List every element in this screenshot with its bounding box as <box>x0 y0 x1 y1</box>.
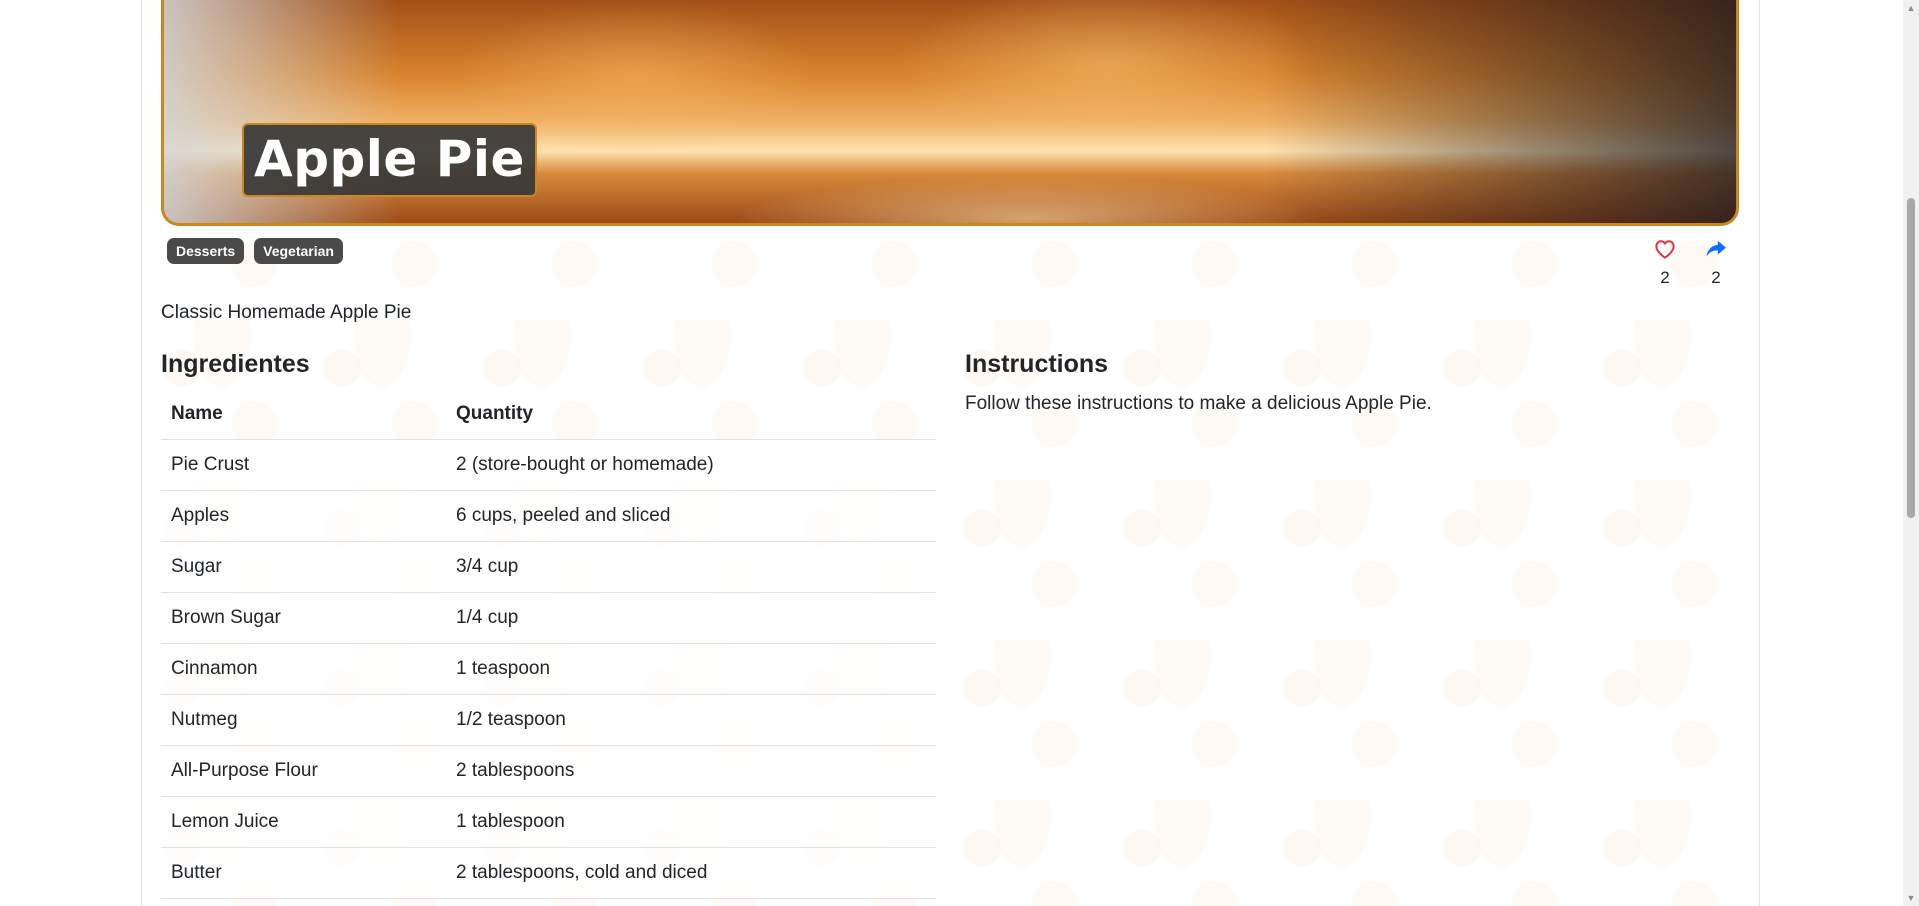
vertical-scrollbar[interactable]: ▲ ▼ <box>1903 0 1919 906</box>
table-row: Sugar 3/4 cup <box>161 541 936 593</box>
instructions-text: Follow these instructions to make a deli… <box>965 393 1432 414</box>
tag-vegetarian[interactable]: Vegetarian <box>254 238 343 264</box>
ingredient-quantity: 1 teaspoon <box>446 643 936 695</box>
ingredient-name: Cinnamon <box>161 643 446 695</box>
share-button[interactable] <box>1703 236 1729 262</box>
table-row: Brown Sugar 1/4 cup <box>161 592 936 644</box>
recipe-summary: Classic Homemade Apple Pie <box>161 302 412 323</box>
ingredient-quantity: 2 tablespoons <box>446 745 936 797</box>
ingredient-name: Apples <box>161 490 446 542</box>
ingredient-quantity: 6 cups, peeled and sliced <box>446 490 936 542</box>
share-action: 2 <box>1703 236 1729 288</box>
ingredients-heading: Ingredientes <box>161 350 310 378</box>
like-count: 2 <box>1660 268 1670 287</box>
column-header-name: Name <box>161 389 446 440</box>
ingredient-name: Brown Sugar <box>161 592 446 644</box>
table-header-row: Name Quantity <box>161 389 936 440</box>
table-row: Nutmeg 1/2 teaspoon <box>161 694 936 746</box>
share-count: 2 <box>1711 268 1721 287</box>
ingredient-name: Pie Crust <box>161 439 446 491</box>
ingredient-quantity: 1/2 teaspoon <box>446 694 936 746</box>
table-row: Pie Crust 2 (store-bought or homemade) <box>161 439 936 491</box>
tag-desserts[interactable]: Desserts <box>167 238 245 264</box>
heart-icon <box>1655 240 1675 259</box>
table-row: Lemon Juice 1 tablespoon <box>161 796 936 848</box>
scroll-up-arrow-icon[interactable]: ▲ <box>1903 0 1919 16</box>
ingredient-name: All-Purpose Flour <box>161 745 446 797</box>
table-row: All-Purpose Flour 2 tablespoons <box>161 745 936 797</box>
table-row: Butter 2 tablespoons, cold and diced <box>161 847 936 899</box>
ingredient-quantity: 2 (store-bought or homemade) <box>446 439 936 491</box>
ingredient-quantity: 1 tablespoon <box>446 796 936 848</box>
recipe-tags: Desserts Vegetarian <box>167 238 343 264</box>
like-button[interactable] <box>1652 236 1678 262</box>
table-row: Apples 6 cups, peeled and sliced <box>161 490 936 542</box>
ingredient-name: Nutmeg <box>161 694 446 746</box>
ingredient-quantity: 2 tablespoons, cold and diced <box>446 847 936 899</box>
table-row: Cinnamon 1 teaspoon <box>161 643 936 695</box>
scrollbar-thumb[interactable] <box>1907 198 1915 518</box>
ingredient-name: Lemon Juice <box>161 796 446 848</box>
column-header-quantity: Quantity <box>446 389 936 440</box>
share-arrow-icon <box>1706 240 1726 257</box>
ingredient-quantity: 3/4 cup <box>446 541 936 593</box>
ingredient-name: Sugar <box>161 541 446 593</box>
recipe-hero-image: Apple Pie <box>161 0 1739 226</box>
ingredient-name: Butter <box>161 847 446 899</box>
like-action: 2 <box>1652 236 1678 288</box>
instructions-heading: Instructions <box>965 350 1109 378</box>
ingredients-table: Name Quantity Pie Crust 2 (store-bought … <box>161 389 936 899</box>
ingredient-quantity: 1/4 cup <box>446 592 936 644</box>
recipe-title: Apple Pie <box>242 123 537 197</box>
viewport: Apple Pie Desserts Vegetarian 2 2 Classi… <box>0 0 1919 906</box>
scroll-down-arrow-icon[interactable]: ▼ <box>1903 890 1919 906</box>
